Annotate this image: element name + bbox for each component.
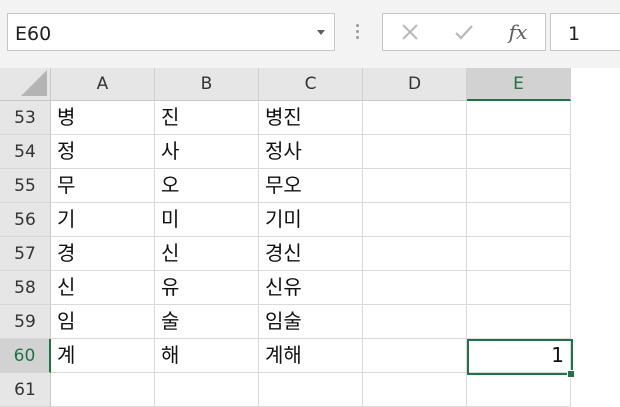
row-header-54[interactable]: 54 <box>0 135 51 169</box>
cell-c56[interactable]: 기미 <box>259 203 363 237</box>
cell-d61[interactable] <box>363 373 467 407</box>
cell-b60[interactable]: 해 <box>155 339 259 373</box>
row-header-53[interactable]: 53 <box>0 101 51 135</box>
cell-c59[interactable]: 임술 <box>259 305 363 339</box>
cell-e53[interactable] <box>467 101 571 135</box>
cell-d54[interactable] <box>363 135 467 169</box>
select-all-icon <box>21 70 47 96</box>
cell-e55[interactable] <box>467 169 571 203</box>
row-header-59[interactable]: 59 <box>0 305 51 339</box>
formula-input[interactable]: 1 <box>550 13 620 51</box>
cell-a61[interactable] <box>51 373 155 407</box>
cell-e61[interactable] <box>467 373 571 407</box>
function-icon: fx <box>508 20 528 44</box>
row-header-58[interactable]: 58 <box>0 271 51 305</box>
cell-d58[interactable] <box>363 271 467 305</box>
cell-e54[interactable] <box>467 135 571 169</box>
cell-d59[interactable] <box>363 305 467 339</box>
cell-b55[interactable]: 오 <box>155 169 259 203</box>
row-header-56[interactable]: 56 <box>0 203 51 237</box>
name-box-dropdown-icon[interactable] <box>317 30 325 35</box>
column-header-b[interactable]: B <box>155 68 259 101</box>
cell-c60[interactable]: 계해 <box>259 339 363 373</box>
confirm-entry-button[interactable] <box>437 14 491 50</box>
select-all-button[interactable] <box>0 68 51 101</box>
name-box-value: E60 <box>15 23 52 45</box>
row-header-57[interactable]: 57 <box>0 237 51 271</box>
cell-c53[interactable]: 병진 <box>259 101 363 135</box>
cell-b54[interactable]: 사 <box>155 135 259 169</box>
cell-c61[interactable] <box>259 373 363 407</box>
close-icon <box>402 24 418 40</box>
name-box[interactable]: E60 <box>7 13 335 51</box>
cell-c54[interactable]: 정사 <box>259 135 363 169</box>
cancel-entry-button[interactable] <box>383 14 437 50</box>
cell-b56[interactable]: 미 <box>155 203 259 237</box>
cell-a55[interactable]: 무 <box>51 169 155 203</box>
cell-a59[interactable]: 임 <box>51 305 155 339</box>
cell-d55[interactable] <box>363 169 467 203</box>
cell-c57[interactable]: 경신 <box>259 237 363 271</box>
cell-a53[interactable]: 병 <box>51 101 155 135</box>
formula-bar-buttons: fx <box>382 13 546 51</box>
column-header-d[interactable]: D <box>363 68 467 101</box>
cell-d53[interactable] <box>363 101 467 135</box>
row-header-55[interactable]: 55 <box>0 169 51 203</box>
cell-a58[interactable]: 신 <box>51 271 155 305</box>
cell-a57[interactable]: 경 <box>51 237 155 271</box>
formula-input-value: 1 <box>568 23 581 45</box>
cell-a56[interactable]: 기 <box>51 203 155 237</box>
cell-b53[interactable]: 진 <box>155 101 259 135</box>
row-header-60[interactable]: 60 <box>0 339 51 373</box>
cell-c58[interactable]: 신유 <box>259 271 363 305</box>
cell-c55[interactable]: 무오 <box>259 169 363 203</box>
cell-e59[interactable] <box>467 305 571 339</box>
cell-b59[interactable]: 술 <box>155 305 259 339</box>
column-header-c[interactable]: C <box>259 68 363 101</box>
formula-bar-strip: E60 fx 1 <box>0 0 620 68</box>
cell-b61[interactable] <box>155 373 259 407</box>
cell-a54[interactable]: 정 <box>51 135 155 169</box>
cell-d60[interactable] <box>363 339 467 373</box>
cell-b57[interactable]: 신 <box>155 237 259 271</box>
cell-d57[interactable] <box>363 237 467 271</box>
active-cell-outline <box>467 339 573 375</box>
insert-function-button[interactable]: fx <box>491 14 545 50</box>
checkmark-icon <box>455 25 473 40</box>
formula-bar-grip-icon[interactable] <box>356 24 360 42</box>
cell-e56[interactable] <box>467 203 571 237</box>
cell-e57[interactable] <box>467 237 571 271</box>
fill-handle[interactable] <box>567 370 575 378</box>
cell-d56[interactable] <box>363 203 467 237</box>
column-header-a[interactable]: A <box>51 68 155 101</box>
cell-b58[interactable]: 유 <box>155 271 259 305</box>
row-header-61[interactable]: 61 <box>0 373 51 407</box>
cell-a60[interactable]: 계 <box>51 339 155 373</box>
column-header-e[interactable]: E <box>467 68 571 101</box>
cell-e58[interactable] <box>467 271 571 305</box>
